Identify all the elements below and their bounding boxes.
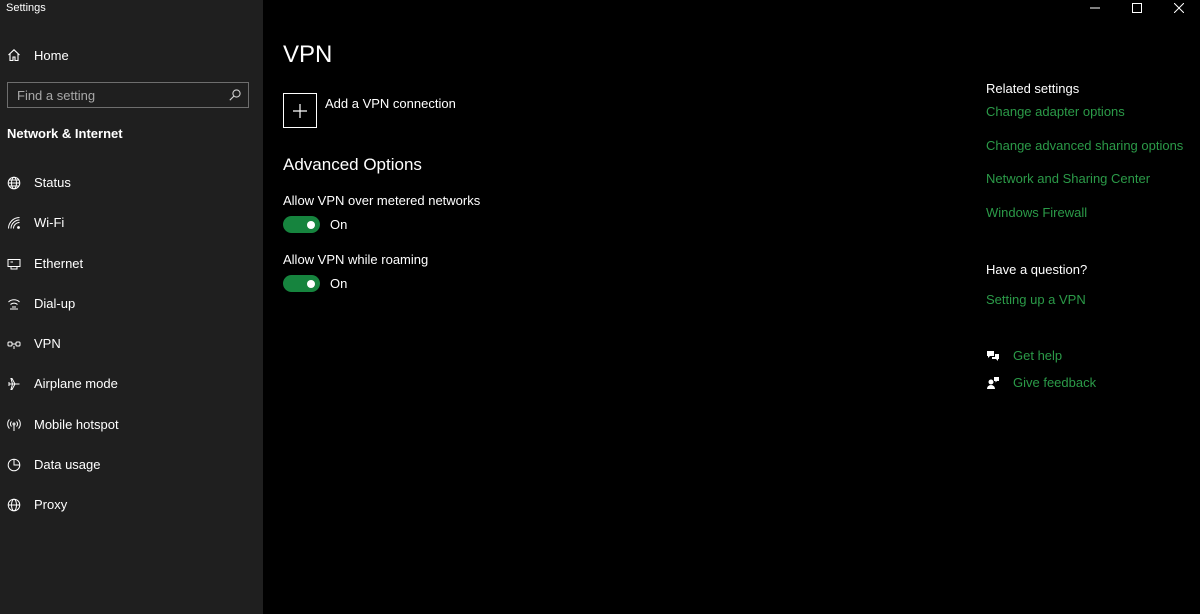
globe-icon — [7, 176, 21, 190]
home-icon — [8, 49, 20, 62]
proxy-globe-icon — [7, 499, 21, 512]
get-help-label: Get help — [1013, 348, 1063, 363]
airplane-icon — [8, 378, 20, 391]
toggle-knob — [307, 279, 315, 288]
section-title: Network & Internet — [7, 126, 123, 141]
sidebar-item-label: Mobile hotspot — [34, 416, 119, 432]
sidebar-item-ethernet[interactable]: Ethernet — [0, 251, 263, 291]
setting-up-vpn-link[interactable]: Setting up a VPN — [986, 292, 1086, 307]
data-usage-icon — [7, 458, 21, 472]
sidebar-item-status[interactable]: Status — [0, 170, 263, 210]
hotspot-icon — [7, 418, 21, 431]
sidebar-item-dialup[interactable]: Dial-up — [0, 291, 263, 331]
sidebar-home-label: Home — [34, 47, 69, 63]
toggle-knob — [307, 220, 315, 229]
sidebar-item-label: Airplane mode — [34, 376, 118, 392]
sidebar-item-label: Proxy — [34, 497, 68, 513]
metered-toggle-row[interactable]: On — [283, 216, 347, 233]
sidebar: Settings Home Network & Internet Status — [0, 0, 263, 614]
main-content: VPN Add a VPN connection Advanced Option… — [283, 0, 963, 614]
sidebar-item-home[interactable]: Home — [0, 42, 263, 68]
search-icon[interactable] — [228, 88, 242, 102]
sidebar-item-proxy[interactable]: Proxy — [0, 492, 263, 532]
question-heading: Have a question? — [986, 262, 1088, 277]
settings-window: Settings Home Network & Internet Status — [0, 0, 1200, 614]
plus-icon — [293, 103, 307, 118]
sidebar-item-data-usage[interactable]: Data usage — [0, 452, 263, 492]
get-help-link[interactable]: Get help — [986, 348, 1062, 363]
sidebar-nav: Status Wi-Fi Ethernet Dial-up VPN Airpla… — [0, 170, 263, 533]
sidebar-item-vpn[interactable]: VPN — [0, 331, 263, 371]
roaming-option-label: Allow VPN while roaming — [283, 252, 429, 267]
sidebar-item-label: Dial-up — [34, 295, 76, 311]
window-controls — [1074, 0, 1200, 16]
window-title: Settings — [6, 2, 46, 14]
sidebar-item-label: Wi-Fi — [34, 215, 65, 231]
related-settings-heading: Related settings — [986, 81, 1080, 96]
sidebar-item-label: Ethernet — [34, 255, 84, 271]
change-advanced-sharing-link[interactable]: Change advanced sharing options — [986, 138, 1183, 153]
wifi-icon — [8, 217, 20, 230]
maximize-icon — [1132, 3, 1142, 13]
give-feedback-link[interactable]: Give feedback — [986, 375, 1096, 390]
add-vpn-connection-button[interactable]: Add a VPN connection — [283, 93, 456, 128]
page-title: VPN — [283, 41, 333, 68]
related-panel: Related settings Change adapter options … — [986, 0, 1200, 614]
roaming-toggle[interactable] — [283, 275, 320, 292]
sidebar-item-wifi[interactable]: Wi-Fi — [0, 210, 263, 250]
close-icon — [1174, 3, 1184, 13]
metered-toggle-state: On — [330, 217, 348, 232]
vpn-icon — [7, 341, 21, 350]
sidebar-item-hotspot[interactable]: Mobile hotspot — [0, 412, 263, 452]
roaming-toggle-state: On — [330, 276, 348, 291]
network-sharing-center-link[interactable]: Network and Sharing Center — [986, 171, 1150, 186]
search-box[interactable] — [7, 82, 249, 108]
sidebar-item-label: Status — [34, 175, 71, 190]
sidebar-item-airplane[interactable]: Airplane mode — [0, 371, 263, 411]
minimize-button[interactable] — [1074, 0, 1116, 16]
feedback-person-icon — [987, 376, 999, 389]
ethernet-icon — [7, 258, 21, 270]
roaming-toggle-row[interactable]: On — [283, 275, 347, 292]
metered-option-label: Allow VPN over metered networks — [283, 193, 481, 208]
sidebar-item-label: VPN — [34, 336, 61, 352]
maximize-button[interactable] — [1116, 0, 1158, 16]
add-box[interactable] — [283, 93, 317, 128]
help-chat-icon — [987, 350, 999, 361]
advanced-options-title: Advanced Options — [283, 155, 422, 174]
minimize-icon — [1090, 7, 1100, 9]
search-input[interactable] — [8, 83, 228, 107]
windows-firewall-link[interactable]: Windows Firewall — [986, 205, 1087, 220]
metered-toggle[interactable] — [283, 216, 320, 233]
add-vpn-label: Add a VPN connection — [325, 96, 456, 111]
sidebar-item-label: Data usage — [34, 457, 101, 473]
close-button[interactable] — [1158, 0, 1200, 16]
change-adapter-options-link[interactable]: Change adapter options — [986, 104, 1125, 119]
dialup-icon — [8, 299, 20, 310]
give-feedback-label: Give feedback — [1013, 375, 1097, 390]
